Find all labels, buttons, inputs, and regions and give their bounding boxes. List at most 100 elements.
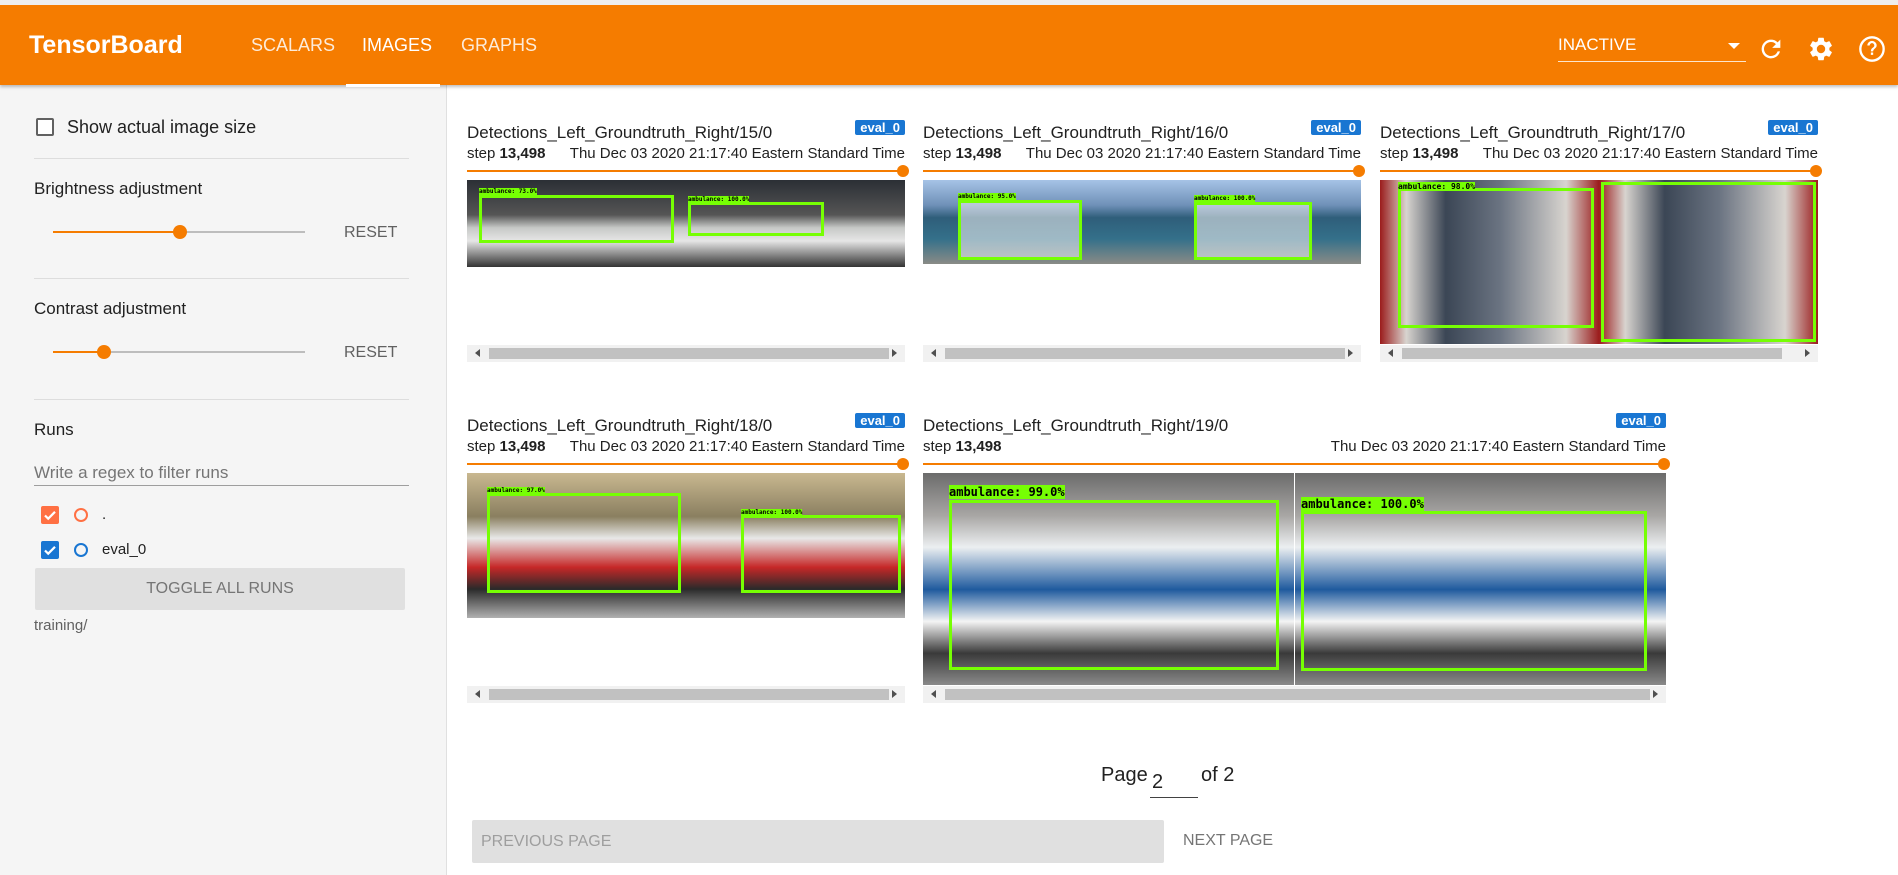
scrollbar-thumb[interactable] (489, 348, 889, 359)
step-label: step 13,498 (923, 145, 1001, 162)
active-tab-indicator (346, 84, 440, 87)
card-title: Detections_Left_Groundtruth_Right/19/0 (923, 416, 1229, 435)
detection-box (949, 500, 1279, 670)
scroll-right-icon[interactable] (1805, 349, 1810, 357)
step-slider-thumb[interactable] (897, 458, 909, 470)
scrollbar-thumb[interactable] (945, 348, 1345, 359)
image-card: Detections_Left_Groundtruth_Right/19/0 e… (923, 413, 1670, 706)
run-checkbox-eval-0[interactable] (41, 541, 59, 559)
top-bar: TensorBoard SCALARS IMAGES GRAPHS INACTI… (0, 0, 1898, 87)
tab-graphs[interactable]: GRAPHS (461, 35, 537, 56)
detection-image: ambulance: 97.0% ambulance: 100.0% (467, 473, 905, 618)
run-badge: eval_0 (1311, 120, 1361, 135)
step-slider[interactable] (467, 463, 899, 465)
detection-label: ambulance: 97.0% (487, 487, 545, 494)
scroll-left-icon[interactable] (1388, 349, 1393, 357)
detection-half: ambulance: 97.0% (467, 473, 686, 618)
step-slider[interactable] (923, 463, 1660, 465)
horizontal-scrollbar[interactable] (1380, 345, 1818, 362)
step-value: 13,498 (955, 438, 1002, 455)
step-word: step (923, 145, 952, 162)
horizontal-scrollbar[interactable] (467, 686, 905, 703)
step-word: step (923, 438, 952, 455)
timestamp: Thu Dec 03 2020 21:17:40 Eastern Standar… (1482, 145, 1818, 162)
step-slider-thumb[interactable] (1353, 165, 1365, 177)
step-value: 13,498 (499, 145, 546, 162)
checkmark-icon (44, 546, 56, 556)
run-color-circle (74, 508, 88, 522)
divider (34, 158, 409, 159)
scroll-left-icon[interactable] (475, 690, 480, 698)
horizontal-scrollbar[interactable] (923, 686, 1666, 703)
checkmark-icon (44, 511, 56, 521)
detection-box (487, 493, 681, 593)
step-slider[interactable] (923, 170, 1355, 172)
run-checkbox-dot[interactable] (41, 506, 59, 524)
groundtruth-box (688, 202, 824, 236)
scrollbar-thumb[interactable] (1402, 348, 1782, 359)
contrast-slider-thumb[interactable] (97, 345, 111, 359)
step-slider-thumb[interactable] (1810, 165, 1822, 177)
tab-scalars[interactable]: SCALARS (251, 35, 335, 56)
step-slider-thumb[interactable] (897, 165, 909, 177)
toggle-all-runs-button[interactable]: TOGGLE ALL RUNS (35, 568, 405, 610)
show-actual-size-checkbox[interactable] (36, 118, 54, 136)
step-word: step (467, 438, 496, 455)
run-badge: eval_0 (855, 120, 905, 135)
detection-box (479, 195, 674, 243)
image-card: Detections_Left_Groundtruth_Right/16/0 e… (923, 120, 1365, 363)
detection-half: ambulance: 99.0% (923, 473, 1294, 685)
scrollbar-thumb[interactable] (489, 689, 889, 700)
groundtruth-half: ambulance: 100.0% (686, 473, 905, 618)
select-value: INACTIVE (1558, 35, 1637, 54)
detection-box (1398, 188, 1594, 328)
contrast-reset-button[interactable]: RESET (344, 344, 397, 362)
scroll-right-icon[interactable] (892, 349, 897, 357)
previous-page-button[interactable]: PREVIOUS PAGE (472, 820, 1164, 863)
scroll-left-icon[interactable] (931, 690, 936, 698)
contrast-label: Contrast adjustment (34, 299, 187, 318)
inactive-dashboard-select[interactable]: INACTIVE (1558, 31, 1746, 62)
scroll-right-icon[interactable] (1348, 349, 1353, 357)
run-name: eval_0 (102, 541, 147, 558)
step-label: step 13,498 (923, 438, 1001, 455)
groundtruth-box (1301, 511, 1647, 671)
refresh-icon[interactable] (1757, 35, 1785, 63)
timestamp: Thu Dec 03 2020 21:17:40 Eastern Standar… (569, 145, 905, 162)
detection-half: ambulance: 95.0% (923, 180, 1142, 264)
brightness-slider-thumb[interactable] (173, 225, 187, 239)
scroll-left-icon[interactable] (475, 349, 480, 357)
detection-image: ambulance: 98.0% (1380, 180, 1818, 344)
horizontal-scrollbar[interactable] (467, 345, 905, 362)
scroll-left-icon[interactable] (931, 349, 936, 357)
detection-image: ambulance: 99.0% ambulance: 100.0% (923, 473, 1666, 685)
groundtruth-label: ambulance: 100.0% (741, 509, 803, 516)
step-label: step 13,498 (467, 438, 545, 455)
run-name: . (102, 506, 107, 523)
detection-half: ambulance: 73.0% (467, 180, 686, 267)
step-label: step 13,498 (1380, 145, 1458, 162)
step-slider[interactable] (1380, 170, 1812, 172)
page-number-input[interactable] (1150, 767, 1198, 798)
run-badge: eval_0 (1616, 413, 1666, 428)
scrollbar-thumb[interactable] (945, 689, 1650, 700)
step-slider-thumb[interactable] (1658, 458, 1670, 470)
tab-images[interactable]: IMAGES (362, 35, 432, 56)
image-card: Detections_Left_Groundtruth_Right/17/0 e… (1380, 120, 1822, 363)
settings-icon[interactable] (1807, 35, 1835, 63)
help-icon[interactable] (1858, 35, 1886, 63)
detection-image: ambulance: 73.0% ambulance: 100.0% (467, 180, 905, 267)
timestamp: Thu Dec 03 2020 21:17:40 Eastern Standar… (1330, 438, 1666, 455)
groundtruth-label: ambulance: 100.0% (1301, 497, 1424, 511)
horizontal-scrollbar[interactable] (923, 345, 1361, 362)
next-page-button[interactable]: NEXT PAGE (1183, 832, 1273, 850)
divider (34, 399, 409, 400)
scroll-right-icon[interactable] (892, 690, 897, 698)
groundtruth-half: ambulance: 100.0% (686, 180, 905, 267)
scroll-right-icon[interactable] (1653, 690, 1658, 698)
step-value: 13,498 (955, 145, 1002, 162)
brightness-reset-button[interactable]: RESET (344, 224, 397, 242)
run-badge: eval_0 (855, 413, 905, 428)
step-slider[interactable] (467, 170, 899, 172)
run-filter-input[interactable] (34, 461, 409, 486)
